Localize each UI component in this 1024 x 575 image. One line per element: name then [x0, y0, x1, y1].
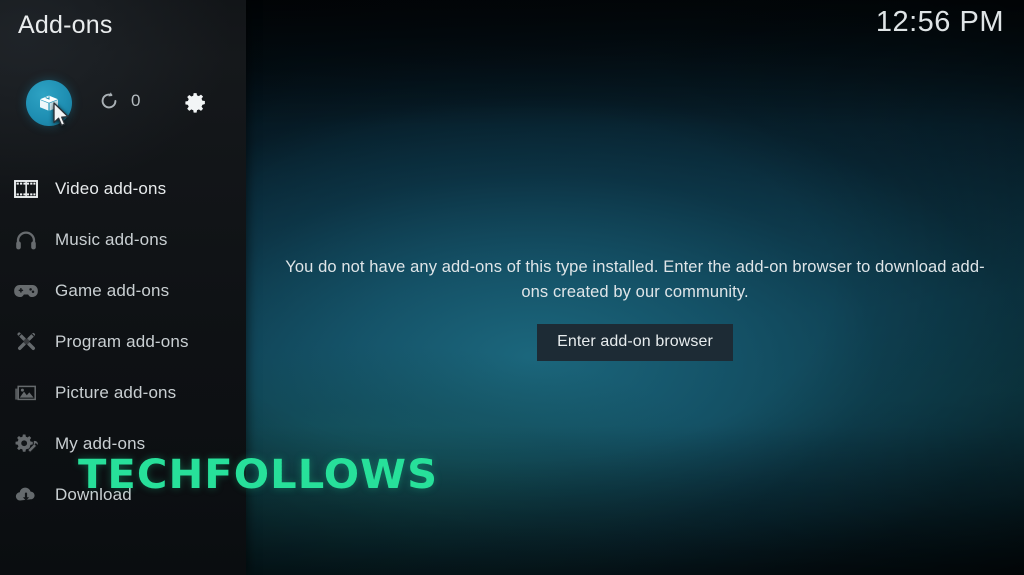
kodi-addons-screen: Add-ons 0 Video add-ons Music add-ons Ga…: [0, 0, 1024, 575]
sidebar-item-label: Program add-ons: [55, 331, 189, 351]
sidebar-item-label: Video add-ons: [55, 178, 167, 198]
photo-icon: [11, 378, 41, 408]
sidebar-item-video-addons[interactable]: Video add-ons: [0, 163, 246, 214]
sidebar-item-music-addons[interactable]: Music add-ons: [0, 214, 246, 265]
refresh-icon[interactable]: [98, 90, 120, 112]
page-title: Add-ons: [18, 11, 113, 39]
settings-button[interactable]: [183, 90, 208, 120]
headphones-icon: [11, 225, 41, 255]
toolbar: 0: [0, 80, 246, 128]
enter-addon-browser-button[interactable]: Enter add-on browser: [537, 324, 733, 361]
clock: 12:56 PM: [875, 6, 1004, 38]
mouse-cursor-icon: [53, 102, 69, 127]
update-count: 0: [131, 91, 141, 110]
refresh-group[interactable]: 0: [98, 90, 140, 112]
empty-state-message: You do not have any add-ons of this type…: [285, 258, 985, 301]
film-strip-icon: [11, 174, 41, 204]
sidebar-item-game-addons[interactable]: Game add-ons: [0, 265, 246, 316]
sidebar-item-program-addons[interactable]: Program add-ons: [0, 316, 246, 367]
gear-icon[interactable]: [183, 90, 208, 115]
watermark: TECHFOLLOWS: [78, 452, 439, 498]
empty-state: You do not have any add-ons of this type…: [246, 255, 1024, 361]
sidebar-item-label: Picture add-ons: [55, 382, 177, 402]
sidebar-item-label: Music add-ons: [55, 229, 168, 249]
cloud-download-icon: [11, 480, 41, 510]
sidebar-item-label: My add-ons: [55, 433, 146, 453]
gear-wrench-icon: [11, 429, 41, 459]
sidebar-item-picture-addons[interactable]: Picture add-ons: [0, 367, 246, 418]
sidebar-item-label: Game add-ons: [55, 280, 170, 300]
tools-icon: [11, 327, 41, 357]
gamepad-icon: [11, 276, 41, 306]
